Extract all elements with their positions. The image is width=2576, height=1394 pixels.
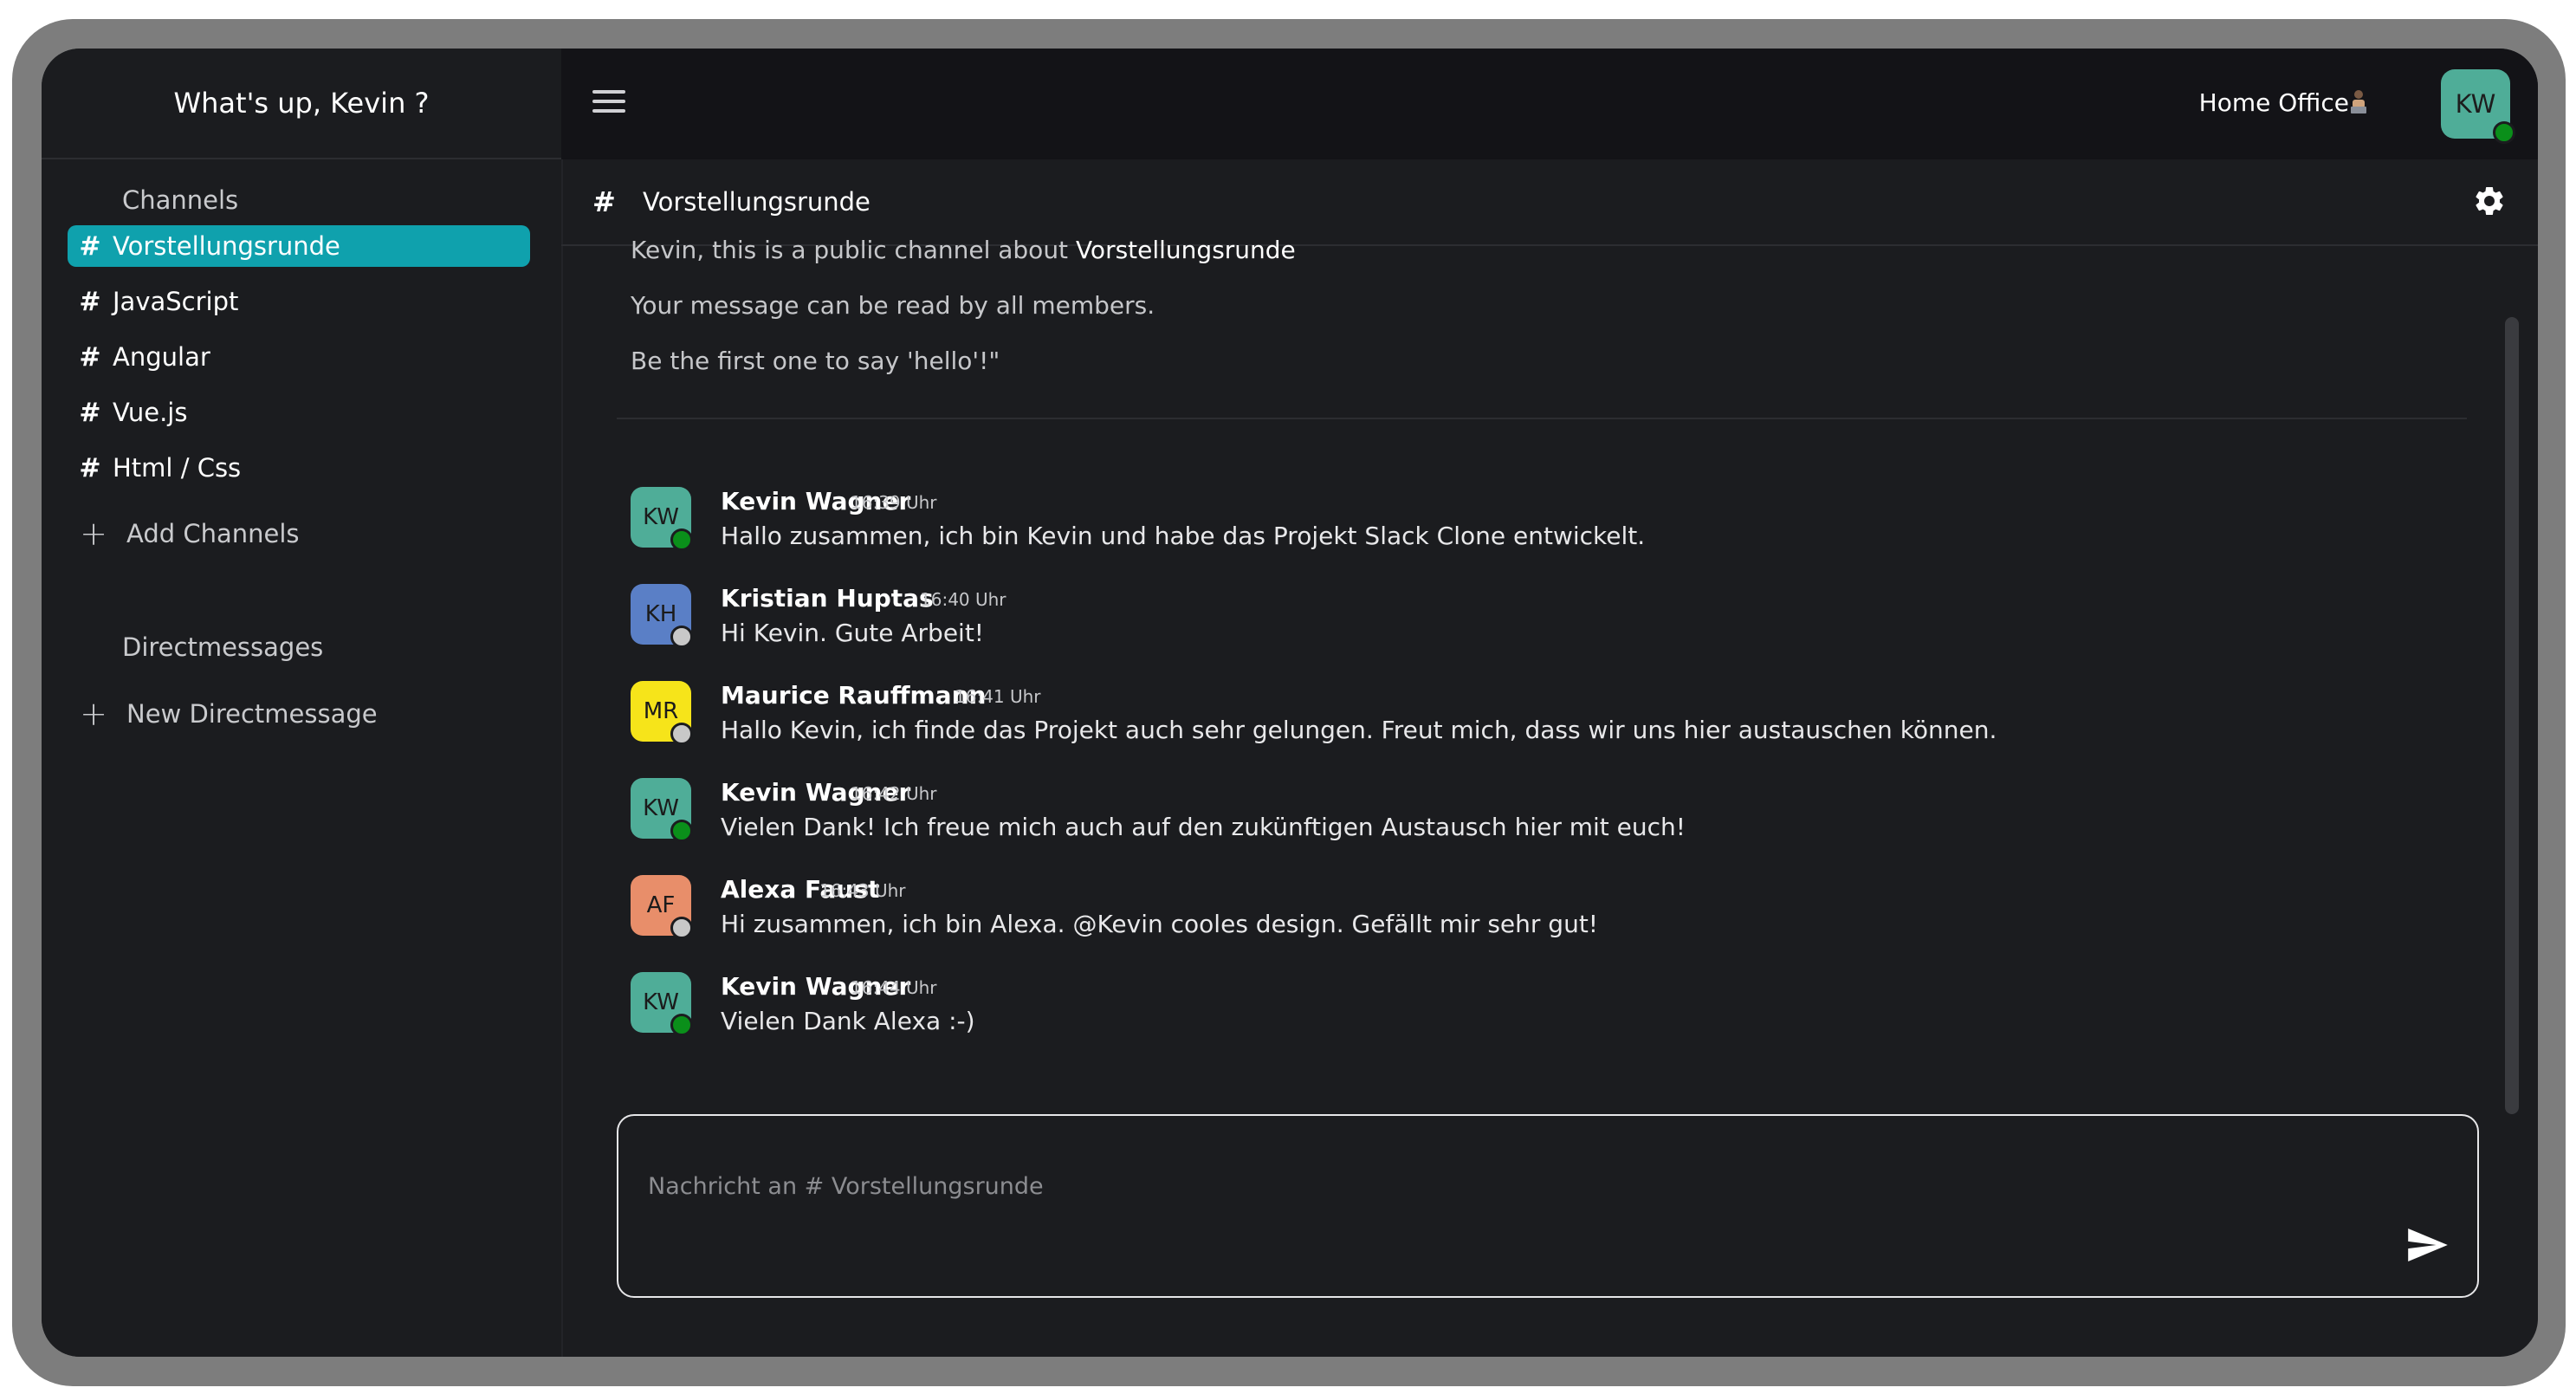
message-time: 16:43 Uhr bbox=[819, 880, 906, 901]
plus-icon: + bbox=[80, 515, 107, 553]
sidebar-item-javascript[interactable]: # JavaScript bbox=[68, 281, 530, 322]
message-time: 16:41 Uhr bbox=[955, 686, 1041, 707]
sidebar-item-vuejs[interactable]: # Vue.js bbox=[68, 392, 530, 433]
avatar-initials: MR bbox=[643, 698, 679, 724]
message-item: AF Alexa Faust 16:43 Uhr Hi zusammen, ic… bbox=[631, 875, 2450, 939]
messages-scrollbar[interactable] bbox=[2505, 317, 2519, 1114]
message-item: MR Maurice Rauffmann 16:41 Uhr Hallo Kev… bbox=[631, 681, 2450, 745]
hash-icon: # bbox=[592, 185, 616, 218]
channel-intro-line-2: Your message can be read by all members. bbox=[631, 291, 1155, 320]
offline-status-dot bbox=[670, 723, 693, 745]
sidebar-item-vorstellungsrunde[interactable]: # Vorstellungsrunde bbox=[68, 225, 530, 267]
new-directmessage-label: New Directmessage bbox=[126, 699, 378, 729]
channel-header: # Vorstellungsrunde bbox=[561, 159, 2538, 246]
channel-label: Vue.js bbox=[113, 398, 188, 427]
message-composer bbox=[617, 1114, 2479, 1298]
hash-icon: # bbox=[79, 452, 101, 483]
message-text: Vielen Dank Alexa :-) bbox=[721, 1007, 975, 1035]
online-status-dot bbox=[670, 528, 693, 551]
sidebar-item-html-css[interactable]: # Html / Css bbox=[68, 447, 530, 489]
message-text: Hallo Kevin, ich finde das Projekt auch … bbox=[721, 716, 1997, 744]
topbar: Home Office KW bbox=[561, 49, 2538, 159]
message-author[interactable]: Kristian Huptas bbox=[721, 584, 934, 613]
sidebar-greeting: What's up, Kevin ? bbox=[42, 49, 561, 159]
add-channels-label: Add Channels bbox=[126, 519, 300, 548]
intro-channel-name: Vorstellungsrunde bbox=[1075, 236, 1296, 264]
sidebar-item-angular[interactable]: # Angular bbox=[68, 336, 530, 378]
hash-icon: # bbox=[79, 230, 101, 262]
offline-status-dot bbox=[670, 917, 693, 939]
channel-label: Html / Css bbox=[113, 453, 242, 483]
online-status-dot bbox=[670, 820, 693, 842]
channel-label: Vorstellungsrunde bbox=[113, 231, 340, 261]
menu-icon[interactable] bbox=[592, 90, 625, 116]
message-time: 16:42 Uhr bbox=[851, 783, 937, 804]
avatar-initials: KH bbox=[644, 601, 677, 627]
message-input[interactable] bbox=[646, 1168, 2295, 1204]
hash-icon: # bbox=[79, 286, 101, 317]
sidebar: What's up, Kevin ? Channels # Vorstellun… bbox=[42, 49, 563, 1357]
user-avatar[interactable]: KW bbox=[2441, 69, 2515, 144]
message-author[interactable]: Maurice Rauffmann bbox=[721, 681, 986, 710]
message-item: KW Kevin Wagner 16:39 Uhr Hallo zusammen… bbox=[631, 487, 2450, 551]
app-window: What's up, Kevin ? Channels # Vorstellun… bbox=[42, 49, 2538, 1357]
message-item: KW Kevin Wagner 16:44 Uhr Vielen Dank Al… bbox=[631, 972, 2450, 1036]
user-avatar-initials: KW bbox=[2455, 89, 2496, 119]
avatar-initials: KW bbox=[643, 795, 679, 821]
user-status[interactable]: Home Office bbox=[2199, 88, 2349, 117]
message-time: 16:44 Uhr bbox=[851, 977, 937, 998]
new-directmessage-button[interactable]: + New Directmessage bbox=[73, 695, 378, 733]
offline-status-dot bbox=[670, 626, 693, 648]
online-status-dot bbox=[2493, 121, 2515, 144]
intro-divider bbox=[617, 418, 2467, 419]
channel-label: Angular bbox=[113, 342, 210, 372]
add-channels-button[interactable]: + Add Channels bbox=[73, 515, 300, 553]
send-icon[interactable] bbox=[2408, 1229, 2448, 1261]
message-text: Vielen Dank! Ich freue mich auch auf den… bbox=[721, 813, 1686, 841]
message-time: 16:40 Uhr bbox=[920, 589, 1006, 610]
avatar-initials: AF bbox=[646, 892, 676, 918]
intro-prefix: Kevin, this is a public channel about bbox=[631, 236, 1069, 264]
online-status-dot bbox=[670, 1014, 693, 1036]
message-time: 16:39 Uhr bbox=[851, 492, 937, 513]
message-text: Hi Kevin. Gute Arbeit! bbox=[721, 619, 985, 647]
hash-icon: # bbox=[79, 397, 101, 428]
hash-icon: # bbox=[79, 341, 101, 373]
channel-intro-line-1: Kevin, this is a public channel about Vo… bbox=[631, 236, 1296, 264]
message-item: KW Kevin Wagner 16:42 Uhr Vielen Dank! I… bbox=[631, 778, 2450, 842]
channels-section-title[interactable]: Channels bbox=[122, 185, 238, 215]
avatar-initials: KW bbox=[643, 989, 679, 1015]
message-item: KH Kristian Huptas 16:40 Uhr Hi Kevin. G… bbox=[631, 584, 2450, 648]
channel-label: JavaScript bbox=[113, 287, 239, 316]
message-text: Hallo zusammen, ich bin Kevin und habe d… bbox=[721, 522, 1646, 550]
channel-intro-line-3: Be the first one to say 'hello'!" bbox=[631, 347, 1000, 375]
gear-icon[interactable] bbox=[2472, 184, 2507, 218]
plus-icon: + bbox=[80, 695, 107, 733]
avatar-initials: KW bbox=[643, 504, 679, 530]
channel-title: Vorstellungsrunde bbox=[643, 187, 871, 217]
message-text: Hi zusammen, ich bin Alexa. @Kevin coole… bbox=[721, 910, 1599, 938]
office-worker-emoji-icon bbox=[2351, 90, 2366, 113]
directmessages-section-title[interactable]: Directmessages bbox=[122, 632, 323, 662]
